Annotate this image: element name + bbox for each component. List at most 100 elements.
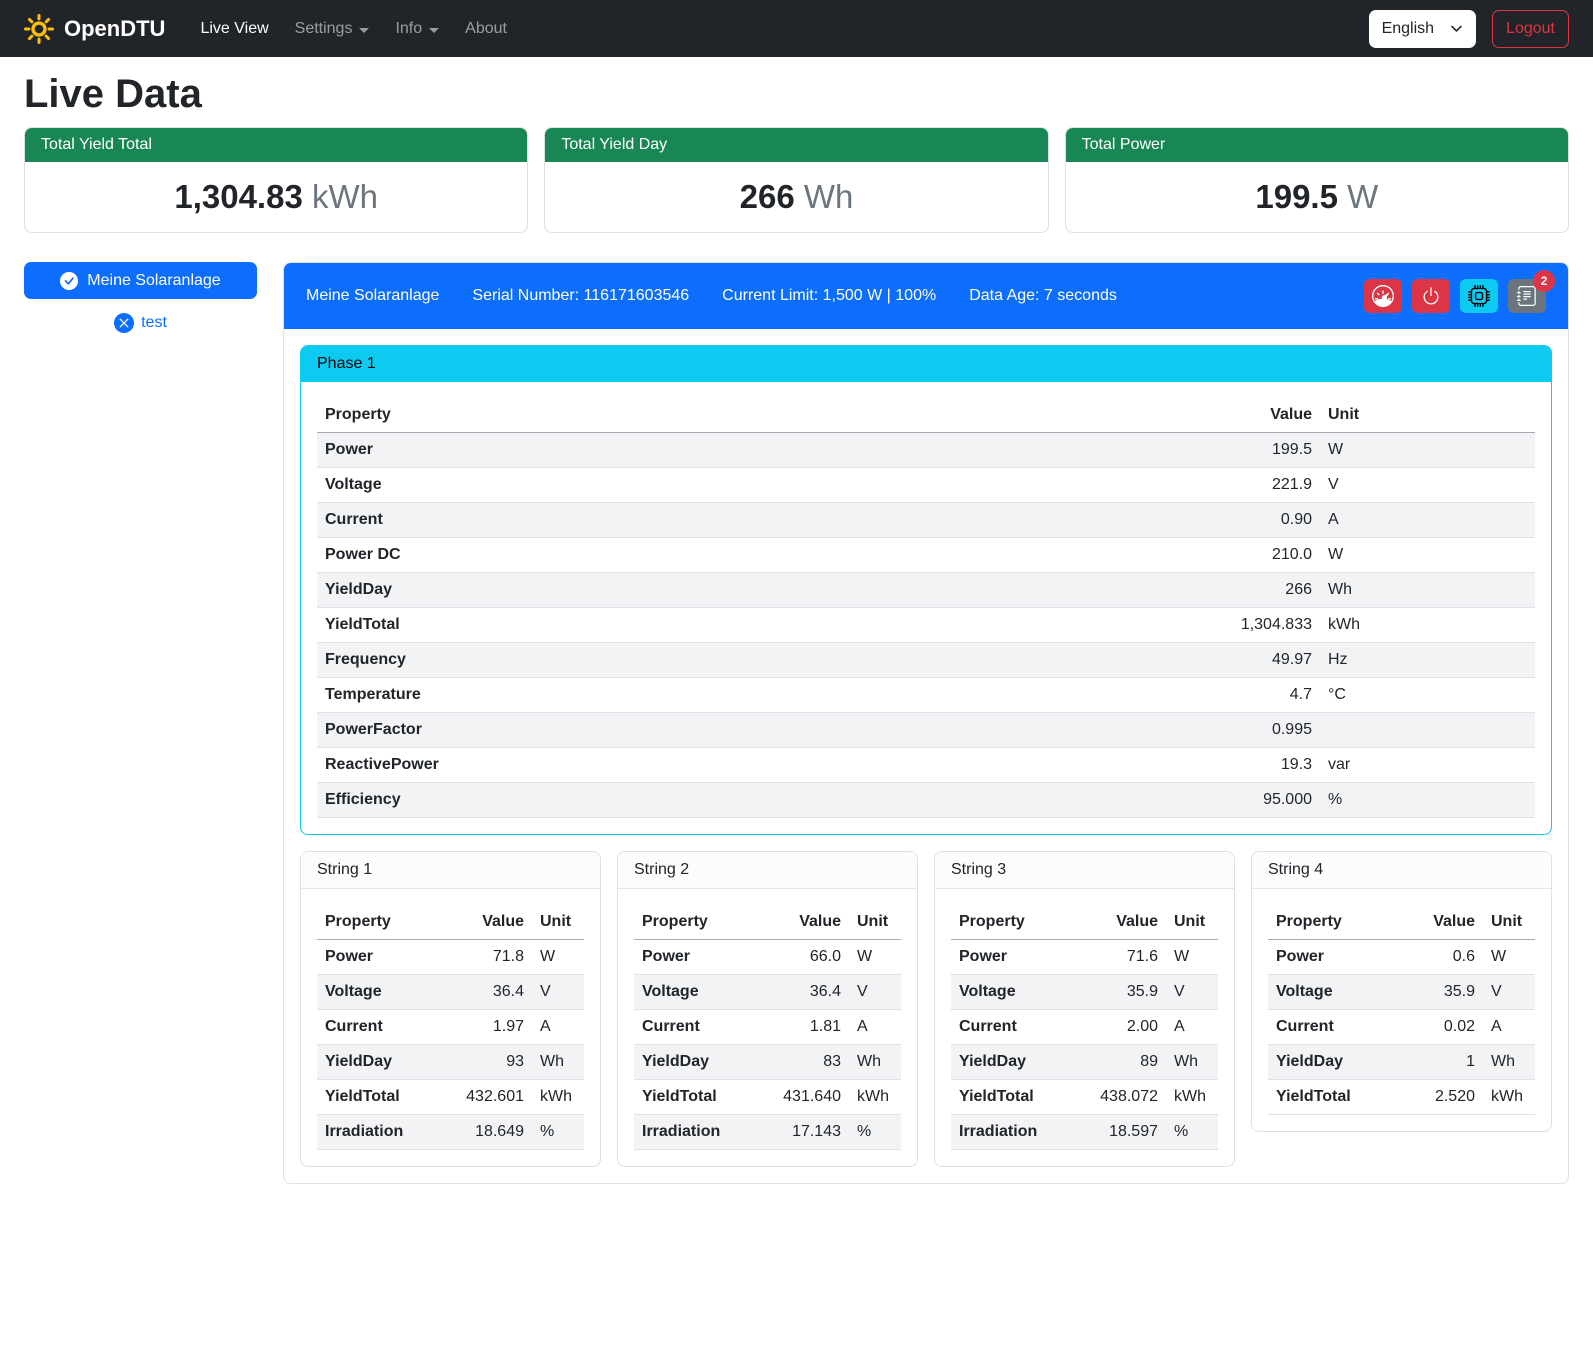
cell-value: 199.5 — [1190, 433, 1320, 468]
brand[interactable]: OpenDTU — [24, 14, 165, 44]
cell-unit: A — [1483, 1010, 1535, 1045]
table-row: YieldTotal438.072kWh — [951, 1080, 1218, 1115]
table-row: Current0.90A — [317, 503, 1535, 538]
cell-unit: Wh — [1320, 573, 1535, 608]
language-select-value: English — [1382, 20, 1434, 38]
cell-unit: V — [532, 975, 584, 1010]
string-3-card: String 3 Property Value Unit — [934, 851, 1235, 1167]
card-title: Total Yield Total — [25, 128, 527, 162]
table-row: Voltage35.9V — [1268, 975, 1535, 1010]
cell-value: 66.0 — [763, 940, 849, 975]
cell-value: 2.520 — [1397, 1080, 1483, 1115]
cell-property: Current — [634, 1010, 763, 1045]
cell-unit: W — [532, 940, 584, 975]
event-count-badge: 2 — [1533, 270, 1555, 292]
table-row: PowerFactor0.995 — [317, 713, 1535, 748]
cell-value: 71.8 — [446, 940, 532, 975]
header-property: Property — [951, 905, 1080, 940]
header-property: Property — [634, 905, 763, 940]
table-row: Voltage35.9V — [951, 975, 1218, 1010]
sun-icon — [24, 14, 54, 44]
cell-value: 266 — [1190, 573, 1320, 608]
cell-value: 432.601 — [446, 1080, 532, 1115]
limit-settings-button[interactable] — [1364, 279, 1402, 313]
table-row: Voltage36.4V — [634, 975, 901, 1010]
cell-value: 221.9 — [1190, 468, 1320, 503]
string-2-card: String 2 Property Value Unit — [617, 851, 918, 1167]
language-select[interactable]: English — [1369, 10, 1476, 48]
cell-value: 19.3 — [1190, 748, 1320, 783]
cell-unit: W — [1320, 538, 1535, 573]
header-unit: Unit — [1166, 905, 1218, 940]
caret-down-icon — [429, 28, 439, 33]
cell-value: 1,304.833 — [1190, 608, 1320, 643]
cpu-icon — [1468, 285, 1490, 307]
cell-property: YieldTotal — [634, 1080, 763, 1115]
cell-property: Power DC — [317, 538, 1190, 573]
logout-button[interactable]: Logout — [1492, 10, 1569, 48]
cell-unit: A — [1320, 503, 1535, 538]
table-row: YieldDay89Wh — [951, 1045, 1218, 1080]
nav-about[interactable]: About — [452, 12, 520, 46]
other-inverter-link[interactable]: test — [24, 313, 257, 333]
cell-value: 431.640 — [763, 1080, 849, 1115]
nav-settings[interactable]: Settings — [282, 12, 383, 46]
inverter-data-age: Data Age: 7 seconds — [969, 287, 1117, 305]
cell-unit: Wh — [1483, 1045, 1535, 1080]
string-1-title: String 1 — [301, 852, 600, 889]
total-yield-total-card: Total Yield Total 1,304.83 kWh — [24, 127, 528, 233]
cell-value: 36.4 — [446, 975, 532, 1010]
table-row: Efficiency95.000% — [317, 783, 1535, 818]
table-row: YieldDay83Wh — [634, 1045, 901, 1080]
phase-1-body: Property Value Unit Power199.5WVoltage22… — [301, 382, 1551, 834]
cell-property: Irradiation — [951, 1115, 1080, 1150]
table-row: Voltage221.9V — [317, 468, 1535, 503]
card-value-row: 266 Wh — [545, 162, 1047, 232]
table-header-row: Property Value Unit — [951, 905, 1218, 940]
cell-value: 0.6 — [1397, 940, 1483, 975]
cell-unit: A — [849, 1010, 901, 1045]
cell-property: Irradiation — [317, 1115, 446, 1150]
event-log-button[interactable]: 2 — [1508, 279, 1546, 313]
cell-unit: W — [1483, 940, 1535, 975]
header-unit: Unit — [1320, 398, 1535, 433]
cell-property: Power — [634, 940, 763, 975]
power-icon — [1421, 286, 1441, 306]
cell-unit: W — [1320, 433, 1535, 468]
string-3-title: String 3 — [935, 852, 1234, 889]
device-info-button[interactable] — [1460, 279, 1498, 313]
inverter-actions: 2 — [1364, 279, 1546, 313]
nav-about-label: About — [465, 20, 507, 38]
cell-property: YieldTotal — [317, 1080, 446, 1115]
table-row: YieldDay1Wh — [1268, 1045, 1535, 1080]
nav-live-view-label: Live View — [200, 20, 268, 38]
table-row: YieldTotal432.601kWh — [317, 1080, 584, 1115]
cell-unit: V — [1320, 468, 1535, 503]
cell-unit: Wh — [532, 1045, 584, 1080]
header-property: Property — [317, 905, 446, 940]
cell-unit: % — [532, 1115, 584, 1150]
speedometer-icon — [1372, 285, 1394, 307]
cell-value: 0.90 — [1190, 503, 1320, 538]
table-row: Voltage36.4V — [317, 975, 584, 1010]
power-button[interactable] — [1412, 279, 1450, 313]
selected-inverter-button[interactable]: Meine Solaranlage — [24, 262, 257, 299]
inverter-card-body: Phase 1 Property Value Unit Power199.5WV… — [284, 329, 1568, 1183]
cell-value: 18.649 — [446, 1115, 532, 1150]
cell-unit: V — [1166, 975, 1218, 1010]
table-row: Current1.97A — [317, 1010, 584, 1045]
table-row: YieldDay93Wh — [317, 1045, 584, 1080]
string-3-table: Property Value Unit Power71.6WVoltage35.… — [951, 905, 1218, 1150]
string-2-body: Property Value Unit Power66.0WVoltage36.… — [618, 889, 917, 1166]
cell-unit: kWh — [532, 1080, 584, 1115]
nav-settings-label: Settings — [295, 20, 353, 38]
strings-row: String 1 Property Value Unit — [300, 851, 1552, 1167]
cell-unit: kWh — [1320, 608, 1535, 643]
cell-unit: % — [1166, 1115, 1218, 1150]
table-row: Irradiation18.649% — [317, 1115, 584, 1150]
string-1-body: Property Value Unit Power71.8WVoltage36.… — [301, 889, 600, 1166]
card-unit: W — [1347, 178, 1378, 215]
cell-unit: A — [532, 1010, 584, 1045]
nav-live-view[interactable]: Live View — [187, 12, 281, 46]
nav-info[interactable]: Info — [382, 12, 452, 46]
